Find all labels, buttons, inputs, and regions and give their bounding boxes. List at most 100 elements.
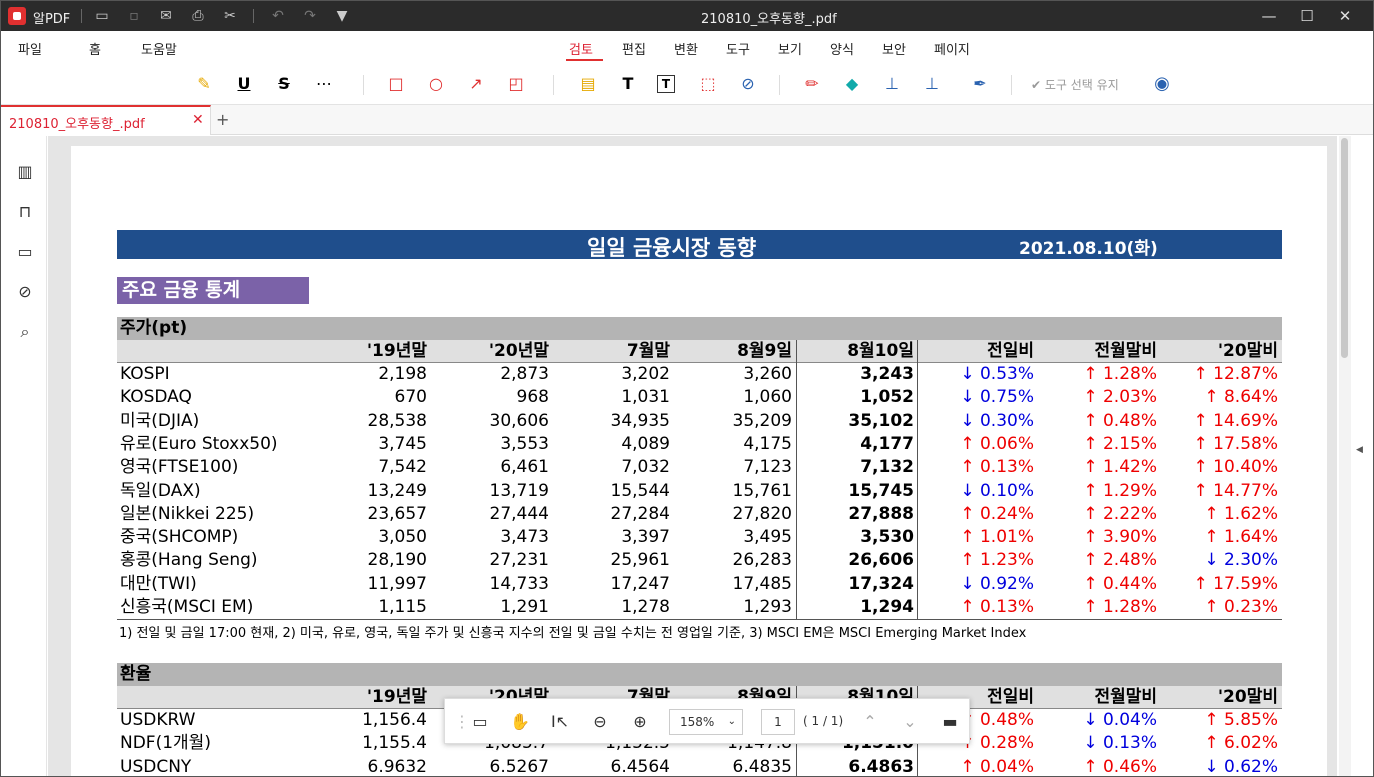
more-icon[interactable]: ⋯ (313, 73, 335, 95)
next-page-icon[interactable]: ⌄ (899, 711, 921, 733)
change-value: ↑ 1.28% (1083, 597, 1157, 617)
menu-bar: 파일 홈 도움말 검토 편집 변환 도구 보기 양식 보안 페이지 (1, 31, 1373, 61)
menu-convert[interactable]: 변환 (674, 39, 698, 58)
signature-icon[interactable]: ✒ (969, 73, 991, 95)
search-icon[interactable]: ⌕ (14, 321, 36, 343)
change-value: ↓ 0.10% (960, 480, 1034, 501)
change-value: ↑ 0.13% (960, 457, 1034, 478)
menu-tools[interactable]: 도구 (726, 39, 750, 58)
stamp-menu-icon[interactable]: ⊥ (921, 73, 943, 95)
menu-form[interactable]: 양식 (830, 39, 854, 58)
row-label: 유로(Euro Stoxx50) (120, 433, 278, 454)
sticky-note-icon[interactable]: ▤ (577, 73, 599, 95)
circle-icon[interactable]: ○ (425, 73, 447, 95)
thumbnail-panel-icon[interactable]: ▥ (14, 161, 36, 183)
expand-right-icon[interactable]: ◀ (1356, 445, 1363, 455)
underline-icon[interactable]: U (233, 73, 255, 95)
stamp-icon[interactable]: ⊥ (881, 73, 903, 95)
print-icon[interactable]: ⎙ (189, 7, 207, 25)
scrollbar-thumb[interactable] (1341, 138, 1348, 358)
cell-value: 15,761 (732, 480, 792, 501)
save-icon[interactable]: ▫ (125, 7, 143, 25)
add-tab-button[interactable]: + (216, 110, 229, 129)
page-input[interactable]: 1 (761, 709, 795, 735)
text-icon[interactable]: T (617, 73, 639, 95)
cell-value: 1,155.4 (362, 733, 427, 754)
cell-value: 17,485 (732, 573, 792, 594)
eye-icon[interactable]: ◉ (1151, 73, 1173, 95)
scissors-icon[interactable]: ✂ (221, 7, 239, 25)
menu-help[interactable]: 도움말 (141, 39, 177, 58)
redo-icon[interactable]: ↷ (301, 7, 319, 25)
menu-page[interactable]: 페이지 (934, 39, 970, 58)
menu-home[interactable]: 홈 (89, 39, 101, 58)
column-header: 8월10일 (847, 341, 914, 361)
cell-value: 6.9632 (367, 756, 427, 777)
keep-tool-selection-toggle[interactable]: ✔ 도구 선택 유지 (1031, 76, 1119, 93)
menu-file[interactable]: 파일 (18, 39, 42, 58)
strikethrough-icon[interactable]: S (273, 73, 295, 95)
table-row: 유로(Euro Stoxx50) 3,745 3,553 4,089 4,175 4,17… (117, 433, 1282, 456)
vertical-scrollbar[interactable] (1339, 136, 1351, 776)
divider (1011, 75, 1012, 95)
cell-value: 13,719 (489, 480, 549, 501)
change-value: ↑ 1.28% (1083, 364, 1157, 384)
cell-value: 1,031 (621, 387, 670, 408)
group-header: 주가(pt) (117, 317, 1282, 340)
zoom-select[interactable]: 158% ⌄ (669, 709, 743, 735)
document-title: 210810_오후동향_.pdf (701, 12, 837, 27)
cell-value: 3,745 (378, 433, 427, 454)
menu-review[interactable]: 검토 (569, 39, 593, 58)
menu-security[interactable]: 보안 (882, 39, 906, 58)
change-value: ↑ 14.77% (1193, 480, 1278, 501)
cell-value: 34,935 (610, 410, 670, 431)
shape-icon[interactable]: ◰ (505, 73, 527, 95)
hand-tool-icon[interactable]: ✋ (509, 711, 531, 733)
document-tab[interactable]: 210810_오후동향_.pdf ✕ (1, 105, 211, 135)
cell-value: 4,089 (621, 433, 670, 454)
quick-menu-icon[interactable]: ▼ (333, 7, 351, 25)
rectangle-icon[interactable]: □ (385, 73, 407, 95)
change-value: ↑ 0.24% (960, 503, 1034, 524)
row-label: USDCNY (120, 756, 192, 777)
cell-value: 1,291 (500, 597, 549, 617)
menu-view[interactable]: 보기 (778, 39, 802, 58)
callout-icon[interactable]: ⬚ (697, 73, 719, 95)
cell-value: 6.4564 (610, 756, 670, 777)
close-button[interactable]: ✕ (1322, 1, 1368, 31)
zoom-in-icon[interactable]: ⊕ (629, 711, 651, 733)
highlight-icon[interactable]: ✎ (193, 73, 215, 95)
row-label: 미국(DJIA) (120, 410, 200, 431)
bookmark-icon[interactable]: ⊓ (14, 201, 36, 223)
pencil-icon[interactable]: ✏ (801, 73, 823, 95)
sidebar-toggle-icon[interactable]: ▭ (469, 711, 491, 733)
attachment-panel-icon[interactable]: ⊘ (14, 281, 36, 303)
eraser-icon[interactable]: ◆ (841, 73, 863, 95)
attachment-icon[interactable]: ⊘ (737, 73, 759, 95)
textbox-icon[interactable]: T (657, 75, 675, 93)
cell-value: 2,873 (500, 364, 549, 384)
cell-value: 6,461 (500, 457, 549, 478)
fit-page-icon[interactable]: ▬ (939, 711, 961, 733)
comment-icon[interactable]: ▭ (14, 241, 36, 263)
arrow-icon[interactable]: ↗ (465, 73, 487, 95)
open-folder-icon[interactable]: ▭ (93, 7, 111, 25)
cell-value: 3,397 (621, 527, 670, 548)
change-value: ↑ 5.85% (1204, 710, 1278, 730)
cell-value: 1,052 (860, 387, 914, 408)
menu-edit[interactable]: 편집 (622, 39, 646, 58)
cell-value: 6.4835 (732, 756, 792, 777)
close-tab-icon[interactable]: ✕ (192, 112, 204, 128)
change-value: ↑ 1.64% (1204, 527, 1278, 548)
cell-value: 1,293 (743, 597, 792, 617)
cell-value: 3,553 (500, 433, 549, 454)
mail-icon[interactable]: ✉ (157, 7, 175, 25)
change-value: ↑ 14.69% (1193, 410, 1278, 431)
text-select-icon[interactable]: I↖ (549, 711, 571, 733)
change-value: ↑ 2.15% (1083, 433, 1157, 454)
undo-icon[interactable]: ↶ (269, 7, 287, 25)
row-label: 중국(SHCOMP) (120, 527, 239, 548)
column-divider (796, 340, 797, 620)
prev-page-icon[interactable]: ⌃ (859, 711, 881, 733)
zoom-out-icon[interactable]: ⊖ (589, 711, 611, 733)
